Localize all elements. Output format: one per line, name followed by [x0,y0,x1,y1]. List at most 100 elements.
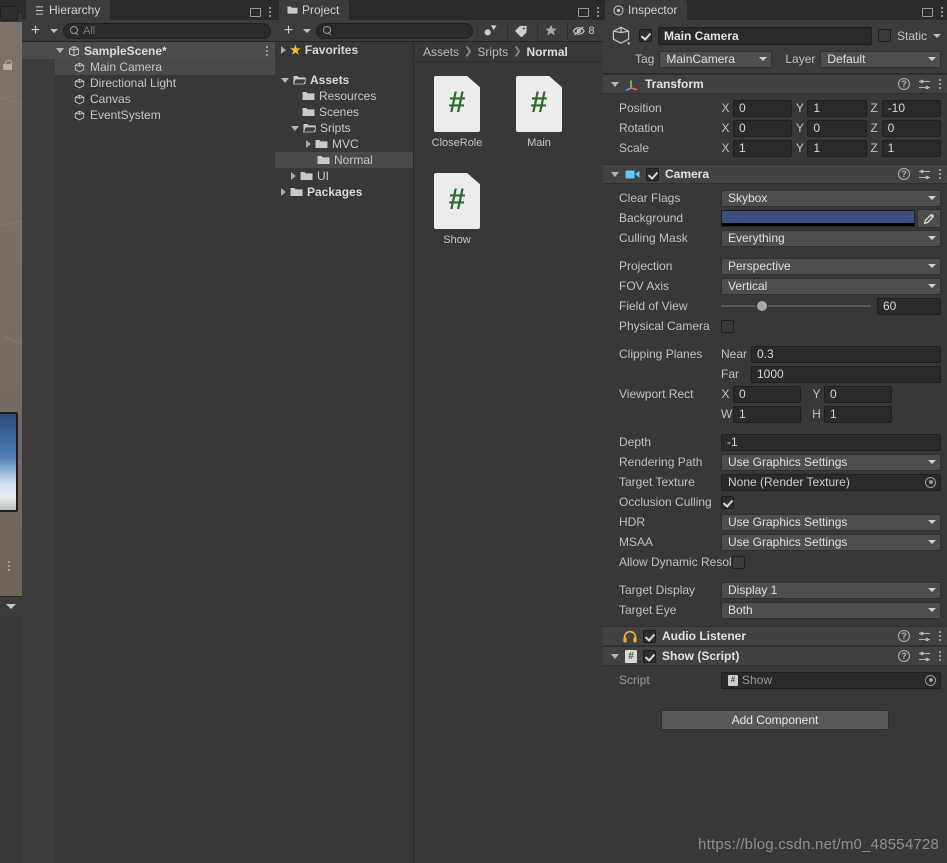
chevron-down-icon[interactable] [291,125,299,131]
hierarchy-item-main-camera[interactable]: Main Camera [22,59,275,75]
maximize-icon[interactable] [250,7,261,17]
rotation-x-input[interactable]: 0 [733,119,793,137]
scene-toolbar-button-sliver[interactable] [0,6,18,21]
chevron-right-icon[interactable] [281,46,286,54]
kebab-menu-icon[interactable] [941,7,943,17]
breadcrumb-item-assets[interactable]: Assets [423,45,459,59]
chevron-down-icon[interactable] [611,81,619,87]
preset-sliders-icon[interactable] [918,631,931,642]
layer-dropdown[interactable]: Default [820,50,941,68]
kebab-menu-icon[interactable] [939,651,941,661]
slider-knob[interactable] [755,300,768,312]
filter-by-favorite-icon[interactable] [537,22,563,39]
tree-item-scenes[interactable]: Scenes [275,104,413,120]
viewport-x-input[interactable]: 0 [733,385,801,403]
clear-flags-dropdown[interactable]: Skybox [721,189,941,207]
breadcrumb-item-normal[interactable]: Normal [526,45,567,59]
preset-sliders-icon[interactable] [918,169,931,180]
scene-view-sliver[interactable] [0,0,22,620]
camera-enabled-checkbox[interactable] [646,167,659,181]
tab-project[interactable]: Project [279,0,350,20]
rotation-z-input[interactable]: 0 [881,119,941,137]
create-menu-button[interactable]: + [26,22,45,39]
audio-listener-enabled-checkbox[interactable] [643,629,656,643]
chevron-right-icon[interactable] [306,140,311,148]
tree-item-packages[interactable]: Packages [275,184,413,200]
chevron-down-icon[interactable] [56,48,64,53]
tree-item-normal[interactable]: Normal [275,152,413,168]
slider-track[interactable] [721,300,871,312]
position-y-input[interactable]: 1 [807,99,867,117]
help-icon[interactable]: ? [898,78,910,90]
preset-sliders-icon[interactable] [918,79,931,90]
filter-by-label-icon[interactable] [507,22,533,39]
asset-item-main[interactable]: # Main [511,76,567,149]
rendering-path-dropdown[interactable]: Use Graphics Settings [721,453,941,471]
scale-z-input[interactable]: 1 [881,139,941,157]
preset-sliders-icon[interactable] [918,651,931,662]
msaa-dropdown[interactable]: Use Graphics Settings [721,533,941,551]
project-tab-controls[interactable] [578,7,599,17]
kebab-menu-icon[interactable] [939,169,941,179]
asset-item-show[interactable]: # Show [429,173,485,246]
component-header-show-script[interactable]: # Show (Script) ? [603,646,947,666]
gameobject-name-input[interactable]: Main Camera [658,26,872,45]
filter-by-type-icon[interactable] [477,22,503,39]
static-dropdown-icon[interactable] [933,33,941,38]
breadcrumb-item-sripts[interactable]: Sripts [477,45,508,59]
scene-context-menu-icon[interactable] [266,45,268,56]
hierarchy-scene-row[interactable]: SampleScene* [22,42,275,59]
component-tools[interactable]: ? [898,630,941,642]
near-input[interactable]: 0.3 [751,345,941,363]
position-x-input[interactable]: 0 [733,99,793,117]
allow-dynamic-resolution-checkbox[interactable] [731,555,745,569]
create-menu-button[interactable]: + [279,22,298,39]
maximize-icon[interactable] [922,7,933,17]
tab-hierarchy[interactable]: Hierarchy [26,0,111,20]
kebab-menu-icon[interactable] [8,561,10,571]
projection-dropdown[interactable]: Perspective [721,257,941,275]
chevron-down-icon[interactable] [611,653,619,659]
physical-camera-checkbox[interactable] [721,319,734,333]
hierarchy-tab-controls[interactable] [250,7,271,17]
component-tools[interactable]: ? [898,168,941,180]
position-z-input[interactable]: -10 [881,99,941,117]
hidden-packages-count[interactable]: 8 [567,22,599,39]
lower-panel-dropdown[interactable] [0,596,22,616]
project-search-input[interactable] [316,22,473,39]
component-header-transform[interactable]: Transform ? [603,74,947,94]
hierarchy-search-input[interactable]: All [63,22,271,39]
target-eye-dropdown[interactable]: Both [721,601,941,619]
chevron-down-icon[interactable] [611,171,619,177]
inspector-tab-controls[interactable] [922,7,943,17]
rotation-y-input[interactable]: 0 [807,119,867,137]
tree-item-mvc[interactable]: MVC [275,136,413,152]
component-header-audio-listener[interactable]: Audio Listener ? [603,626,947,646]
hierarchy-item-eventsystem[interactable]: EventSystem [22,107,275,123]
asset-item-closerole[interactable]: # CloseRole [429,76,485,149]
component-tools[interactable]: ? [898,650,941,662]
kebab-menu-icon[interactable] [939,79,941,89]
scale-x-input[interactable]: 1 [733,139,793,157]
hierarchy-item-directional-light[interactable]: Directional Light [22,75,275,91]
kebab-menu-icon[interactable] [939,631,941,641]
field-of-view-input[interactable]: 60 [877,297,941,315]
viewport-w-input[interactable]: 1 [733,405,801,423]
field-of-view-slider[interactable]: 60 [721,297,941,315]
hdr-dropdown[interactable]: Use Graphics Settings [721,513,941,531]
component-tools[interactable]: ? [898,78,941,90]
component-header-camera[interactable]: Camera ? [603,164,947,184]
help-icon[interactable]: ? [898,630,910,642]
far-input[interactable]: 1000 [751,365,941,383]
help-icon[interactable]: ? [898,168,910,180]
background-color-swatch[interactable] [721,209,915,227]
hierarchy-item-canvas[interactable]: Canvas [22,91,275,107]
add-component-button[interactable]: Add Component [661,710,889,730]
tag-dropdown[interactable]: MainCamera [659,50,773,68]
gameobject-active-checkbox[interactable] [639,29,652,42]
object-picker-icon[interactable] [925,476,936,488]
scale-y-input[interactable]: 1 [807,139,867,157]
create-menu-chevron[interactable] [49,22,59,39]
tab-inspector[interactable]: Inspector [605,0,688,20]
chevron-right-icon[interactable] [291,172,296,180]
